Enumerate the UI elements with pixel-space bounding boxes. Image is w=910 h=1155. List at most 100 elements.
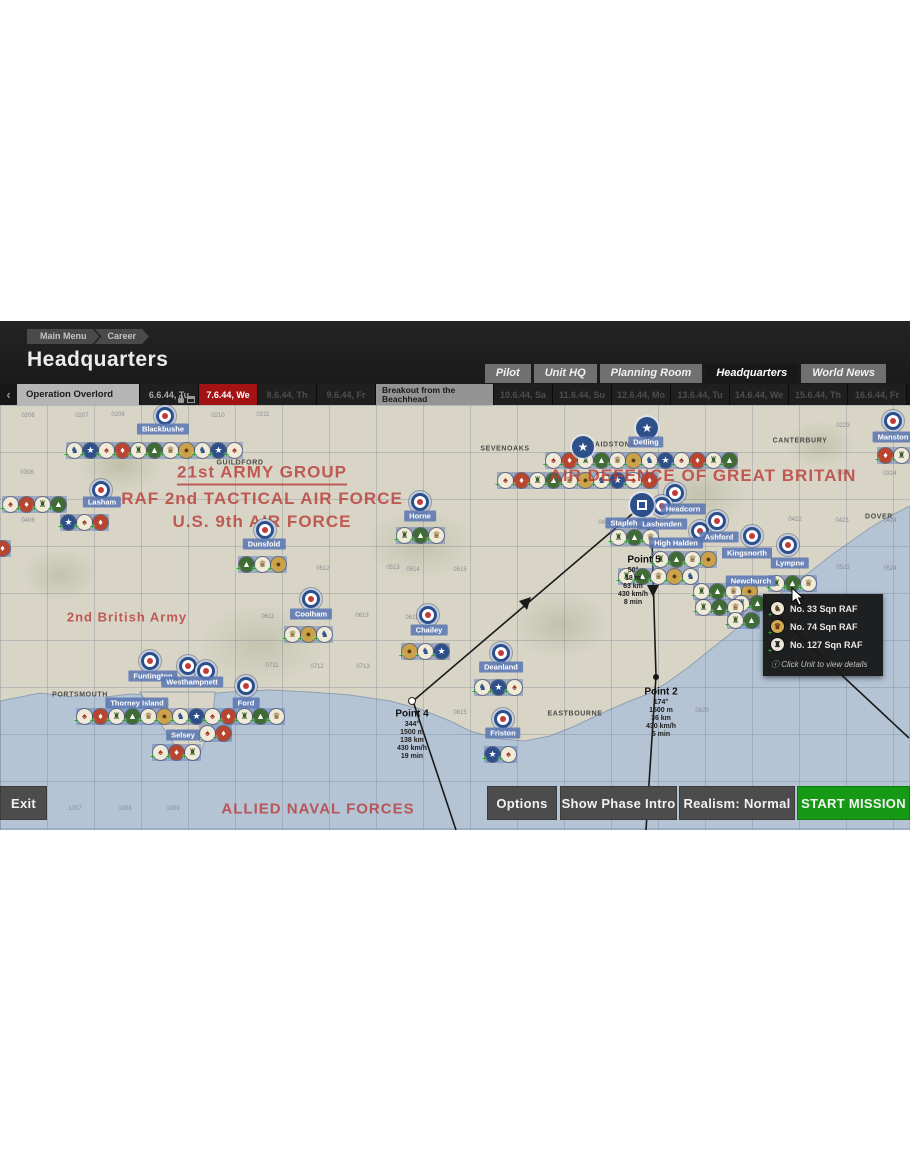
squadron-emblem[interactable]: ♛ — [429, 528, 444, 543]
squadron-emblem[interactable]: ♜ — [894, 448, 909, 463]
unit-label-deanland[interactable]: Deanland — [479, 662, 523, 673]
timeline-date-13-6-44-tu[interactable]: 13.6.44, Tu — [671, 384, 729, 405]
region-label-2nd-british-army: 2nd British Army — [67, 610, 187, 625]
game-screen: Main Menu Career Headquarters PilotUnit … — [0, 321, 910, 830]
raf-unit-roundel[interactable] — [139, 650, 161, 672]
tooltip-unit-row[interactable]: ♞No. 33 Sqn RAF — [771, 602, 875, 615]
raf-unit-roundel[interactable] — [882, 410, 904, 432]
options-button[interactable]: Options — [487, 786, 557, 820]
squadron-strip: ♜▲ — [727, 612, 760, 629]
squadron-emblem[interactable]: ♠ — [501, 747, 516, 762]
squadron-emblem[interactable]: ★ — [434, 644, 449, 659]
page-title: Headquarters — [27, 348, 168, 372]
timeline-phase-breakout-from-the-beachhead[interactable]: Breakout from the Beachhead — [376, 384, 493, 405]
region-label-allied-naval-forces: ALLIED NAVAL FORCES — [221, 801, 414, 818]
header-bar: Main Menu Career Headquarters PilotUnit … — [0, 321, 910, 384]
waypoint-name-point-5: Point 5 — [627, 555, 660, 566]
raf-unit-roundel[interactable] — [706, 510, 728, 532]
tooltip-unit-row[interactable]: ♜No. 127 Sqn RAF — [771, 638, 875, 651]
tooltip-unit-row[interactable]: ♛No. 74 Sqn RAF — [771, 620, 875, 633]
unit-label-detling[interactable]: Detling — [628, 437, 663, 448]
timeline-phase-operation-overlord[interactable]: Operation Overlord — [17, 384, 139, 405]
timeline-date-9-6-44-fr[interactable]: 9.6.44, Fr — [317, 384, 375, 405]
unit-label-lympne[interactable]: Lympne — [771, 558, 809, 569]
tab-planning-room[interactable]: Planning Room — [600, 364, 703, 383]
squadron-emblem-icon: ♛ — [771, 620, 784, 633]
squadron-emblem[interactable]: ♠ — [227, 443, 242, 458]
squadron-emblem[interactable]: ♠ — [507, 680, 522, 695]
timeline-date-16-6-44-fr[interactable]: 16.6.44, Fr — [848, 384, 906, 405]
raf-unit-roundel[interactable] — [417, 604, 439, 626]
squadron-strip: ♞★♠♦♜▲♛●♞★♠ — [66, 442, 243, 459]
tab-headquarters[interactable]: Headquarters — [705, 364, 798, 383]
unit-label-friston[interactable]: Friston — [485, 728, 520, 739]
unit-label-kingsnorth[interactable]: Kingsnorth — [722, 548, 772, 559]
squadron-emblem[interactable]: ♦ — [216, 726, 231, 741]
squadron-strip: ▲♛● — [238, 556, 287, 573]
squadron-emblem[interactable]: ♞ — [317, 627, 332, 642]
raf-unit-roundel[interactable] — [235, 675, 257, 697]
timeline-date-10-6-44-sa[interactable]: 10.6.44, Sa — [494, 384, 552, 405]
region-label-air-defence-of-great-britain: AIR DEFENCE OF GREAT BRITAIN — [550, 466, 857, 486]
realism-button[interactable]: Realism: Normal — [679, 786, 795, 820]
tab-unit-hq[interactable]: Unit HQ — [534, 364, 597, 383]
timeline-prev-arrow[interactable]: ‹ — [0, 384, 17, 405]
show-phase-intro-button[interactable]: Show Phase Intro — [560, 786, 677, 820]
unit-label-coolham[interactable]: Coolham — [290, 609, 332, 620]
breadcrumb-main-menu[interactable]: Main Menu — [27, 329, 100, 344]
unit-label-horne[interactable]: Horne — [404, 511, 436, 522]
map[interactable]: ♞No. 33 Sqn RAF ♛No. 74 Sqn RAF ♜No. 127 S… — [0, 405, 910, 830]
timeline-date-6-6-44-tu[interactable]: 6.6.44, Tu — [140, 384, 198, 405]
squadron-emblem[interactable]: ● — [701, 552, 716, 567]
region-label-21st-army-group: 21st ARMY GROUP — [177, 463, 347, 486]
squadron-emblem[interactable]: ♛ — [269, 709, 284, 724]
squadron-emblem[interactable]: ● — [271, 557, 286, 572]
timeline-date-8-6-44-th[interactable]: 8.6.44, Th — [258, 384, 316, 405]
timeline-date-11-6-44-su[interactable]: 11.6.44, Su — [553, 384, 611, 405]
selected-unit-marker[interactable] — [630, 493, 654, 517]
raf-unit-roundel[interactable] — [300, 588, 322, 610]
unit-label-blackbushe[interactable]: Blackbushe — [137, 424, 189, 435]
unit-label-lasham[interactable]: Lasham — [83, 497, 121, 508]
squadron-emblem[interactable]: ♦ — [93, 515, 108, 530]
unit-label-newchurch[interactable]: Newchurch — [726, 576, 776, 587]
us-unit-roundel[interactable]: ★ — [572, 436, 594, 458]
squadron-strip: ♠♦ — [199, 725, 232, 742]
squadron-emblem[interactable]: ♞ — [683, 569, 698, 584]
unit-label-thorney-island[interactable]: Thorney Island — [105, 698, 168, 709]
timeline-date-14-6-44-we[interactable]: 14.6.44, We — [730, 384, 788, 405]
squadron-strip: ♠♦♜▲ — [2, 496, 67, 513]
unit-label-high-halden[interactable]: High Halden — [649, 538, 703, 549]
unit-label-dunsfold[interactable]: Dunsfold — [243, 539, 286, 550]
timeline-date-15-6-44-th[interactable]: 15.6.44, Th — [789, 384, 847, 405]
squadron-emblem[interactable]: ♜ — [185, 745, 200, 760]
unit-label-ford[interactable]: Ford — [233, 698, 260, 709]
tab-world-news[interactable]: World News — [801, 364, 886, 383]
unit-label-lashenden[interactable]: Lashenden — [637, 519, 687, 530]
timeline-date-7-6-44-we[interactable]: 7.6.44, We — [199, 384, 257, 405]
squadron-strip: ♜▲♛ — [396, 527, 445, 544]
squadron-emblem[interactable]: ▲ — [744, 613, 759, 628]
unit-label-headcorn[interactable]: Headcorn — [661, 504, 706, 515]
raf-unit-roundel[interactable] — [741, 525, 763, 547]
squadron-emblem-icon: ♞ — [771, 602, 784, 615]
unit-label-ashford[interactable]: Ashford — [700, 532, 739, 543]
start-mission-button[interactable]: START MISSION — [797, 786, 910, 820]
exit-button[interactable]: Exit — [0, 786, 47, 820]
unit-label-westhampnett[interactable]: Westhampnett — [161, 677, 223, 688]
waypoint-name-point-4: Point 4 — [395, 709, 428, 720]
waypoint-name-point-2: Point 2 — [644, 687, 677, 698]
waypoint-node — [408, 697, 416, 705]
squadron-emblem[interactable]: ♦ — [0, 541, 10, 556]
unit-label-manston[interactable]: Manston — [873, 432, 910, 443]
breadcrumb-career[interactable]: Career — [95, 329, 150, 344]
unit-label-chailey[interactable]: Chailey — [411, 625, 448, 636]
squadron-strip: ♞★♠ — [474, 679, 523, 696]
squadron-strip: ♠♦♜▲♛●♞★♠♦♜▲♛ — [76, 708, 285, 725]
squadron-strip: ★♠ — [484, 746, 517, 763]
raf-unit-roundel[interactable] — [777, 534, 799, 556]
unit-label-selsey[interactable]: Selsey — [166, 730, 200, 741]
timeline-date-12-6-44-mo[interactable]: 12.6.44, Mo — [612, 384, 670, 405]
tab-pilot[interactable]: Pilot — [485, 364, 531, 383]
squadron-emblem[interactable]: ▲ — [51, 497, 66, 512]
